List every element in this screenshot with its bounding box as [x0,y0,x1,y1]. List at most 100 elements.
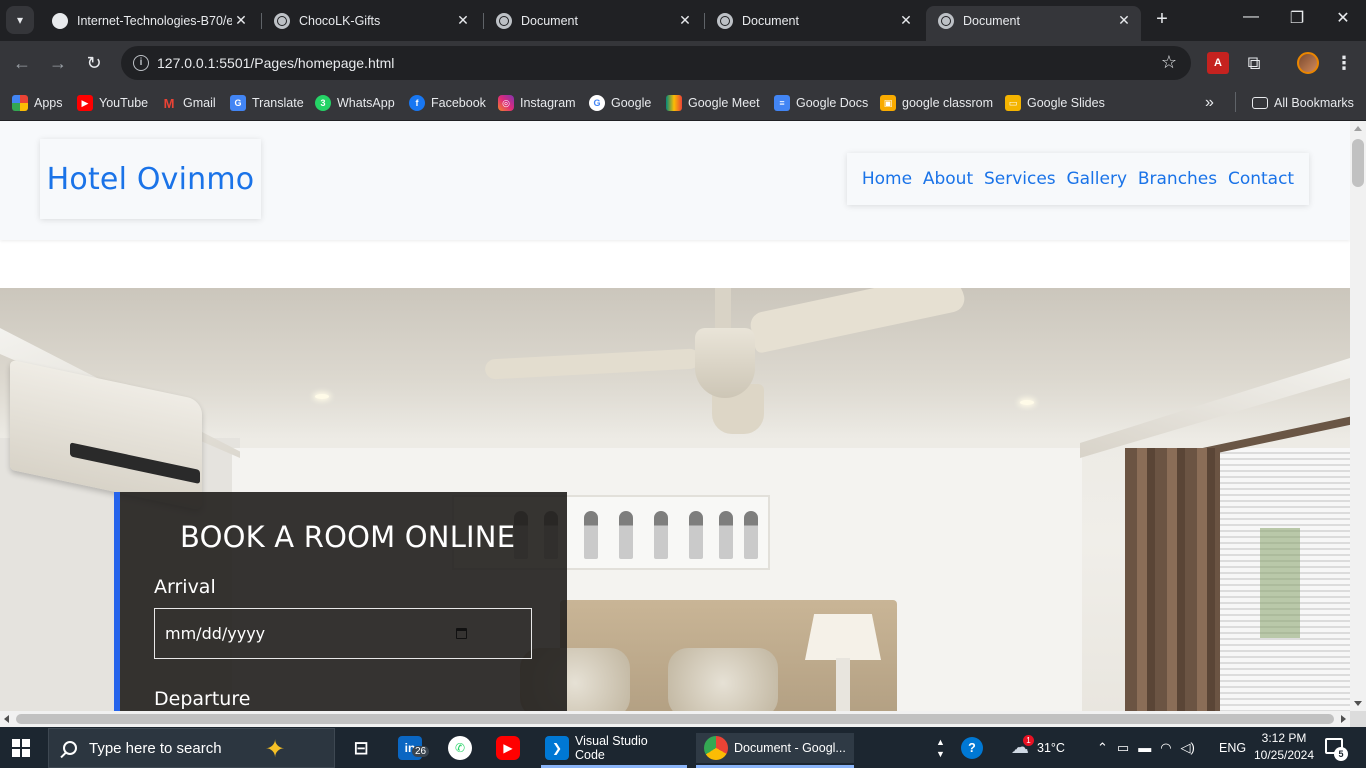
horizontal-scroll-thumb[interactable] [16,714,1334,724]
show-hidden-icons-chevron-icon[interactable]: ⌃ [1097,740,1108,756]
browser-toolbar: ← → ↻ i 127.0.0.1:5501/Pages/homepage.ht… [0,41,1366,85]
chrome-taskbar-app[interactable]: Document - Googl... [696,733,854,763]
google-slides-icon: ▭ [1005,95,1021,111]
taskbar-search-box[interactable]: Type here to search ✦ [48,728,335,768]
bookmark-label: Facebook [431,96,486,110]
google-meet-icon [666,95,682,111]
tab-2[interactable]: ChocoLK-Gifts ✕ [261,6,480,35]
bookmark-youtube[interactable]: ▶ YouTube [77,92,148,114]
chrome-menu-icon[interactable]: ⋮ [1333,52,1355,74]
bookmark-star-icon[interactable]: ☆ [1161,52,1177,73]
youtube-icon: ▶ [496,736,520,760]
youtube-icon: ▶ [77,95,93,111]
close-tab-icon[interactable]: ✕ [454,12,472,29]
bookmark-google[interactable]: G Google [589,92,651,114]
bookmark-google-docs[interactable]: ≡ Google Docs [774,92,868,114]
forward-arrow-icon[interactable]: → [46,51,70,75]
bookmark-apps[interactable]: Apps [12,92,63,114]
scroll-left-arrow-icon[interactable] [4,715,9,723]
task-view-button[interactable]: ⊟ [349,733,373,763]
battery-icon[interactable]: ▬ [1138,740,1151,755]
close-tab-icon[interactable]: ✕ [897,12,915,29]
input-language[interactable]: ENG [1219,727,1246,768]
tab-4[interactable]: Document ✕ [704,6,923,35]
vscode-label: Visual Studio Code [574,734,648,762]
chrome-icon [704,736,728,760]
tab-3[interactable]: Document ✕ [483,6,702,35]
bookmarks-overflow-icon[interactable]: » [1205,92,1214,114]
brand-logo-text[interactable]: Hotel Ovinmo [47,162,255,197]
clock-time: 3:12 PM [1261,731,1307,745]
nav-branches[interactable]: Branches [1138,169,1217,189]
horizontal-scrollbar[interactable] [0,711,1350,727]
downlight [315,394,329,399]
bookmark-translate[interactable]: G Translate [230,92,304,114]
help-tray-icon[interactable]: ? [961,727,983,768]
close-tab-icon[interactable]: ✕ [232,12,250,29]
profile-avatar[interactable] [1297,52,1319,74]
vertical-scrollbar[interactable] [1350,121,1366,711]
bookmark-google-classroom[interactable]: ▣ google classrom [880,92,993,114]
bookmark-google-meet[interactable]: Google Meet [666,92,760,114]
weather-widget[interactable]: ☁ 1 31°C [1011,727,1065,768]
address-bar[interactable]: i 127.0.0.1:5501/Pages/homepage.html ☆ [121,46,1191,80]
all-bookmarks-button[interactable]: All Bookmarks [1252,92,1354,114]
window-close-icon[interactable]: ✕ [1320,8,1366,28]
scrollbar-corner [1350,711,1366,727]
back-arrow-icon[interactable]: ← [10,51,34,75]
vscode-taskbar-app[interactable]: ❯ Visual Studio Code [537,733,689,763]
bookmark-facebook[interactable]: f Facebook [409,92,486,114]
extensions-puzzle-icon[interactable]: ⧉ [1243,52,1265,74]
scroll-right-arrow-icon[interactable] [1341,715,1346,723]
vertical-scroll-thumb[interactable] [1352,139,1364,187]
clock-date: 10/25/2024 [1253,748,1315,762]
whatsapp-icon: 3 [315,95,331,111]
bookmark-label: YouTube [99,96,149,110]
curtain [1125,448,1220,711]
scroll-down-arrow-icon[interactable] [1354,701,1362,706]
calendar-icon[interactable] [456,628,467,639]
close-tab-icon[interactable]: ✕ [1115,12,1133,29]
nav-about[interactable]: About [923,169,973,189]
bookmark-instagram[interactable]: ◎ Instagram [498,92,576,114]
taskbar-clock[interactable]: 3:12 PM 10/25/2024 [1252,730,1316,764]
fan-rod [715,288,731,328]
linkedin-taskbar-app[interactable]: in 26 [398,733,430,763]
url-text[interactable]: 127.0.0.1:5501/Pages/homepage.html [157,55,394,71]
bookmark-gmail[interactable]: M Gmail [161,92,216,114]
youtube-taskbar-app[interactable]: ▶ [496,733,520,763]
close-tab-icon[interactable]: ✕ [676,12,694,29]
windows-start-icon[interactable] [12,739,30,757]
nav-gallery[interactable]: Gallery [1066,169,1127,189]
tab-1[interactable]: Internet-Technologies-B70/e ✕ [40,6,258,35]
meet-now-icon[interactable]: ▭ [1117,740,1129,756]
downlight [1020,400,1034,405]
nav-contact[interactable]: Contact [1228,169,1294,189]
booking-panel: BOOK A ROOM ONLINE Arrival mm/dd/yyyy De… [114,492,567,711]
instagram-icon: ◎ [498,95,514,111]
bookmark-label: WhatsApp [337,96,395,110]
scroll-up-arrow-icon[interactable] [1354,126,1362,131]
nav-services[interactable]: Services [984,169,1056,189]
arrival-date-input[interactable]: mm/dd/yyyy [154,608,532,659]
taskbar-scroll-arrows[interactable]: ▲ ▼ [936,727,945,768]
new-tab-button[interactable]: + [1150,8,1174,31]
bookmark-google-slides[interactable]: ▭ Google Slides [1005,92,1105,114]
site-info-icon[interactable]: i [133,55,149,71]
tab-search-button[interactable]: ▾ [6,6,34,34]
acrobat-extension-icon[interactable]: A [1207,52,1229,74]
volume-icon[interactable]: ◁) [1181,740,1195,756]
wifi-icon[interactable]: ◠ [1160,740,1171,756]
whatsapp-taskbar-app[interactable]: ✆ [448,733,472,763]
restore-icon[interactable]: ❐ [1274,8,1320,28]
reload-icon[interactable]: ↻ [82,51,106,75]
tab-5-active[interactable]: Document ✕ [926,6,1141,41]
task-view-icon: ⊟ [353,737,369,758]
page-viewport: Hotel Ovinmo Home About Services Gallery… [0,121,1350,711]
nav-home[interactable]: Home [862,169,912,189]
bookmark-whatsapp[interactable]: 3 WhatsApp [315,92,395,114]
globe-icon [717,12,733,29]
art-figure [719,511,733,559]
minimize-icon[interactable]: — [1228,8,1274,26]
help-icon: ? [961,736,983,759]
